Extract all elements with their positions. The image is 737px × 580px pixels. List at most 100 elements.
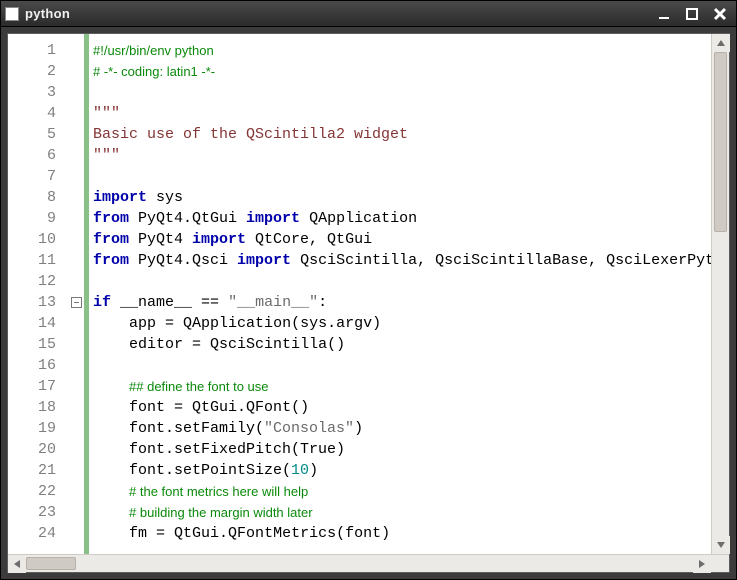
fold-cell[interactable] [68,292,84,313]
code-line[interactable] [93,82,711,103]
scroll-left-arrow-icon[interactable] [8,555,26,573]
code-line[interactable]: if __name__ == "__main__": [93,292,711,313]
token-op: == [201,294,219,311]
line-number[interactable]: 4 [8,103,64,124]
title-bar[interactable]: python [1,1,736,27]
line-number[interactable]: 10 [8,229,64,250]
line-number[interactable]: 15 [8,334,64,355]
code-line[interactable]: # the font metrics here will help [93,481,711,502]
token-id: PyQt4.Qsci [129,252,237,269]
code-line[interactable]: from PyQt4.Qsci import QsciScintilla, Qs… [93,250,711,271]
fold-cell [68,124,84,145]
token-id: font [129,399,174,416]
line-number[interactable]: 16 [8,355,64,376]
token-id: QtCore, QtGui [246,231,372,248]
line-number[interactable]: 3 [8,82,64,103]
code-line[interactable] [93,166,711,187]
token-comment: #!/usr/bin/env python [93,43,214,58]
minimize-button[interactable] [652,4,676,24]
app-window: python 123456789101112131415161718192021… [0,0,737,580]
fold-margin[interactable] [68,34,84,554]
code-line[interactable] [93,271,711,292]
fold-cell [68,460,84,481]
token-id: QApplication(sys.argv) [174,315,381,332]
token-docstr: Basic use of the QScintilla2 widget [93,126,408,143]
line-number[interactable]: 17 [8,376,64,397]
code-line[interactable]: font.setPointSize(10) [93,460,711,481]
vscroll-thumb[interactable] [714,52,727,232]
fold-collapse-icon[interactable] [71,297,82,308]
scroll-right-arrow-icon[interactable] [693,555,711,573]
code-line[interactable] [93,355,711,376]
token-op: : [318,294,327,311]
scroll-up-arrow-icon[interactable] [712,34,730,52]
line-number[interactable]: 5 [8,124,64,145]
token-id: QApplication [300,210,417,227]
close-button[interactable] [708,4,732,24]
line-number[interactable]: 18 [8,397,64,418]
code-line[interactable]: #!/usr/bin/env python [93,40,711,61]
code-line[interactable]: """ [93,145,711,166]
fold-cell [68,334,84,355]
fold-cell [68,502,84,523]
code-line[interactable]: Basic use of the QScintilla2 widget [93,124,711,145]
fold-cell [68,61,84,82]
code-line[interactable]: # building the margin width later [93,502,711,523]
line-number[interactable]: 11 [8,250,64,271]
fold-cell [68,418,84,439]
token-id: font.setPointSize( [129,462,291,479]
line-number[interactable]: 12 [8,271,64,292]
code-line[interactable]: import sys [93,187,711,208]
line-number[interactable]: 8 [8,187,64,208]
line-number[interactable]: 21 [8,460,64,481]
line-number[interactable]: 23 [8,502,64,523]
fold-cell [68,166,84,187]
app-icon [5,7,19,21]
line-number[interactable]: 24 [8,523,64,544]
code-line[interactable]: # -*- coding: latin1 -*- [93,61,711,82]
line-number[interactable]: 19 [8,418,64,439]
editor-body[interactable]: 123456789101112131415161718192021222324 … [8,34,729,554]
token-id: QtGui.QFont() [183,399,309,416]
vertical-scrollbar[interactable] [711,34,729,554]
fold-cell [68,355,84,376]
line-number[interactable]: 2 [8,61,64,82]
line-number[interactable]: 13 [8,292,64,313]
line-number[interactable]: 9 [8,208,64,229]
code-area[interactable]: #!/usr/bin/env python # -*- coding: latin… [89,34,711,554]
hscroll-track[interactable] [26,555,693,572]
line-number[interactable]: 7 [8,166,64,187]
hscroll-thumb[interactable] [26,557,76,570]
maximize-button[interactable] [680,4,704,24]
code-line[interactable]: font = QtGui.QFont() [93,397,711,418]
code-line[interactable]: app = QApplication(sys.argv) [93,313,711,334]
code-line[interactable]: editor = QsciScintilla() [93,334,711,355]
horizontal-scrollbar[interactable] [8,554,729,572]
code-line[interactable]: """ [93,103,711,124]
line-number[interactable]: 14 [8,313,64,334]
fold-cell [68,187,84,208]
token-kw: from [93,231,129,248]
vscroll-track[interactable] [712,52,729,536]
line-number-gutter[interactable]: 123456789101112131415161718192021222324 [8,34,68,554]
fold-cell [68,523,84,544]
line-number[interactable]: 1 [8,40,64,61]
code-line[interactable]: ## define the font to use [93,376,711,397]
fold-cell [68,229,84,250]
token-kw: import [93,189,147,206]
code-line[interactable]: font.setFamily("Consolas") [93,418,711,439]
token-comment: # the font metrics here will help [129,484,308,499]
code-line[interactable]: from PyQt4.QtGui import QApplication [93,208,711,229]
code-line[interactable]: font.setFixedPitch(True) [93,439,711,460]
fold-cell [68,103,84,124]
code-line[interactable]: from PyQt4 import QtCore, QtGui [93,229,711,250]
token-kw: import [192,231,246,248]
fold-cell [68,208,84,229]
line-number[interactable]: 6 [8,145,64,166]
line-number[interactable]: 22 [8,481,64,502]
token-id: QsciScintilla, QsciScintillaBase, QsciLe… [291,252,711,269]
token-kw: if [93,294,111,311]
line-number[interactable]: 20 [8,439,64,460]
code-line[interactable]: fm = QtGui.QFontMetrics(font) [93,523,711,544]
scroll-down-arrow-icon[interactable] [712,536,730,554]
